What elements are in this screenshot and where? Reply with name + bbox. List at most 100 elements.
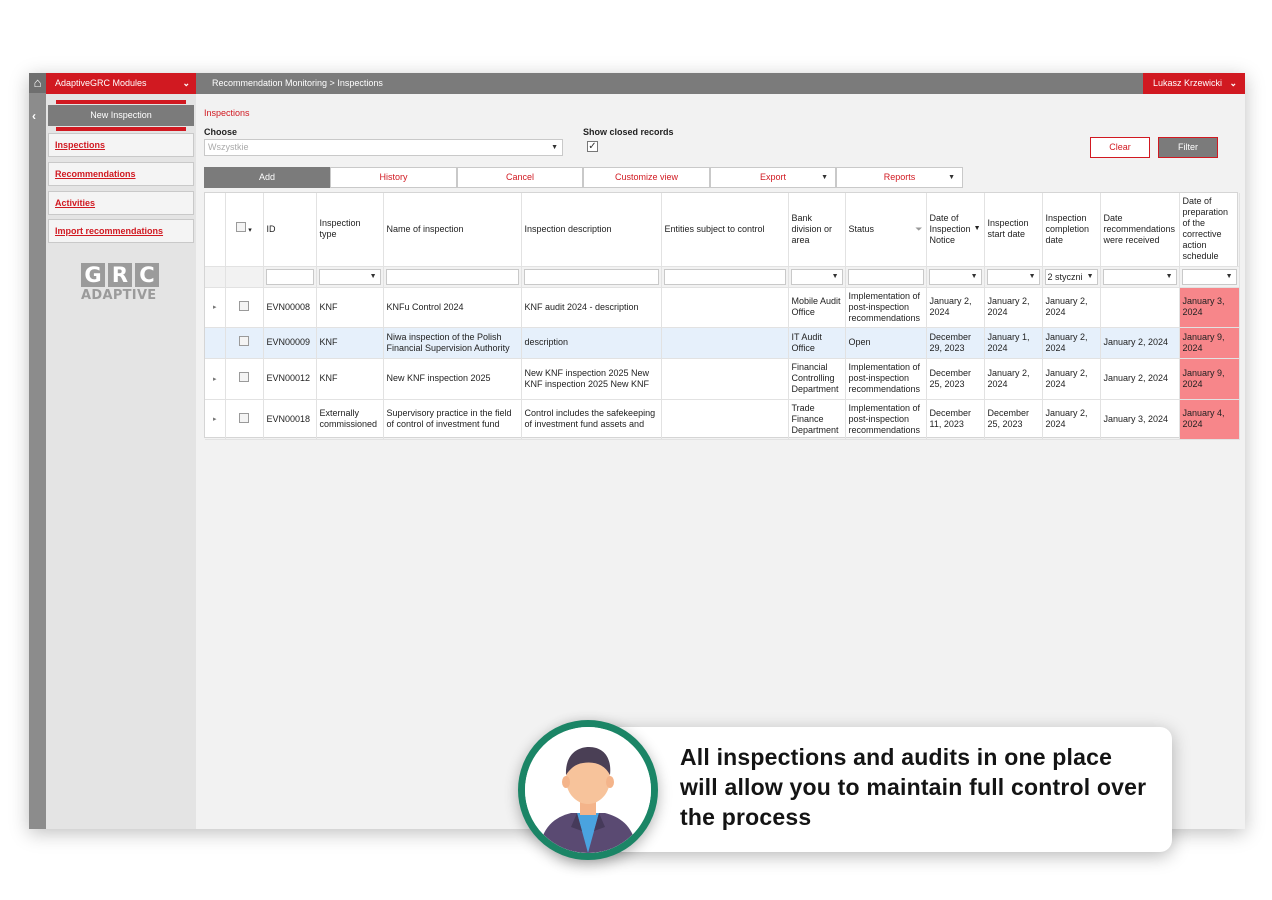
column-header-name[interactable]: Name of inspection: [383, 193, 522, 267]
table-row[interactable]: ▸ EVN00018 Externally commissioned Super…: [205, 399, 1240, 440]
select-all-header[interactable]: ▾: [225, 193, 264, 267]
notice-date-filter-select[interactable]: ▼: [928, 268, 982, 285]
row-checkbox[interactable]: [239, 300, 249, 311]
row-checkbox[interactable]: [239, 372, 249, 382]
description-filter-input[interactable]: [523, 268, 659, 285]
export-button[interactable]: Export ▼: [710, 167, 836, 188]
filter-button[interactable]: Filter: [1158, 137, 1218, 158]
cell-status: Implementation of post-inspection recomm…: [845, 287, 927, 328]
cell-description: KNF audit 2024 - description: [521, 287, 662, 328]
expand-row-icon[interactable]: ▸: [213, 376, 217, 383]
expand-row-icon[interactable]: ▸: [213, 304, 217, 311]
callout-text: All inspections and audits in one place …: [680, 744, 1147, 830]
table-row[interactable]: ▸ EVN00012 KNF New KNF inspection 2025 N…: [205, 358, 1240, 400]
column-header-completion-date[interactable]: Inspection completion date: [1042, 193, 1101, 267]
schedule-date-filter-select[interactable]: ▼: [1181, 268, 1237, 285]
expand-column-header: [205, 193, 226, 267]
name-filter-input[interactable]: [385, 268, 519, 285]
column-header-status[interactable]: Status ⏷: [845, 193, 927, 267]
row-select-cell[interactable]: [225, 399, 264, 440]
cancel-button[interactable]: Cancel: [457, 167, 583, 188]
row-select-cell[interactable]: [225, 287, 264, 328]
column-header-start-date[interactable]: Inspection start date: [984, 193, 1043, 267]
cell-status: Implementation of post-inspection recomm…: [845, 358, 927, 400]
cell-notice-date: December 25, 2023: [926, 358, 985, 400]
type-filter-select[interactable]: ▼: [318, 268, 381, 285]
history-button[interactable]: History: [330, 167, 457, 188]
sidebar-item-inspections[interactable]: Inspections: [48, 133, 194, 157]
status-filter-input[interactable]: [847, 268, 924, 285]
entities-filter-input[interactable]: [663, 268, 786, 285]
new-inspection-button[interactable]: New Inspection: [48, 105, 194, 126]
row-checkbox[interactable]: [239, 412, 249, 423]
sidebar-item-import-recommendations[interactable]: Import recommendations: [48, 219, 194, 243]
reports-button[interactable]: Reports ▼: [836, 167, 963, 188]
section-title: Inspections: [204, 108, 250, 118]
sidebar-item-activities[interactable]: Activities: [48, 191, 194, 215]
dropdown-arrow-icon: ▼: [369, 272, 377, 280]
select-all-checkbox[interactable]: [236, 222, 247, 233]
filter-cell: [521, 266, 662, 288]
modules-dropdown[interactable]: AdaptiveGRC Modules ⌄: [46, 73, 196, 94]
cell-received-date: January 2, 2024: [1100, 358, 1180, 400]
main-content: Inspections Choose Wszystkie ▼ Show clos…: [196, 94, 1245, 829]
table-row[interactable]: EVN00009 KNF Niwa inspection of the Poli…: [205, 327, 1240, 359]
accent-bar: [56, 100, 186, 104]
completion-filter-value: 2 styczni: [1047, 271, 1083, 282]
column-header-bank-division[interactable]: Bank division or area: [788, 193, 846, 267]
cell-type: KNF: [316, 327, 384, 359]
customize-view-button[interactable]: Customize view: [583, 167, 710, 188]
cell-received-date: January 2, 2024: [1100, 327, 1180, 359]
person-avatar-icon: [518, 720, 658, 860]
start-date-filter-select[interactable]: ▼: [986, 268, 1040, 285]
filter-funnel-icon[interactable]: ⏷: [915, 224, 922, 235]
expand-cell[interactable]: ▸: [205, 399, 226, 440]
cell-bank-division: Mobile Audit Office: [788, 287, 846, 328]
table-row[interactable]: ▸ EVN00008 KNF KNFu Control 2024 KNF aud…: [205, 287, 1240, 328]
cell-completion-date: January 2, 2024: [1042, 327, 1101, 359]
filter-cell: 2 styczni ▼: [1042, 266, 1101, 288]
dropdown-arrow-icon: ▼: [1165, 272, 1173, 280]
cell-entities: [661, 399, 789, 440]
expand-cell[interactable]: ▸: [205, 287, 226, 328]
cell-type: Externally commissioned: [316, 399, 384, 440]
column-header-description[interactable]: Inspection description: [521, 193, 662, 267]
cell-description: description: [521, 327, 662, 359]
cell-completion-date: January 2, 2024: [1042, 287, 1101, 328]
column-header-entities[interactable]: Entities subject to control: [661, 193, 789, 267]
row-select-cell[interactable]: [225, 327, 264, 359]
column-header-id[interactable]: ID: [263, 193, 317, 267]
grc-adaptive-logo: G R C ADAPTIVE: [81, 263, 161, 303]
left-rail: ⌂ ‹: [29, 73, 46, 829]
collapse-sidebar-icon[interactable]: ‹: [32, 109, 36, 123]
column-header-received-date[interactable]: Date recommendations were received: [1100, 193, 1180, 267]
expand-row-icon[interactable]: ▸: [213, 416, 217, 423]
completion-date-filter-select[interactable]: 2 styczni ▼: [1044, 268, 1098, 285]
filter-cell: ▼: [316, 266, 384, 288]
id-filter-input[interactable]: [265, 268, 314, 285]
cell-id: EVN00018: [263, 399, 317, 440]
row-select-cell[interactable]: [225, 358, 264, 400]
person-illustration: [525, 727, 651, 853]
bank-division-filter-select[interactable]: ▼: [790, 268, 843, 285]
column-header-notice-date[interactable]: Date of Inspection Notice ▼: [926, 193, 985, 267]
cell-schedule-date: January 4, 2024: [1179, 399, 1240, 440]
received-date-filter-select[interactable]: ▼: [1102, 268, 1177, 285]
cell-name: KNFu Control 2024: [383, 287, 522, 328]
user-menu[interactable]: Lukasz Krzewicki ⌄: [1143, 73, 1245, 94]
column-header-schedule-date[interactable]: Date of preparation of the corrective ac…: [1179, 193, 1240, 267]
choose-select[interactable]: Wszystkie ▼: [204, 139, 563, 156]
home-icon[interactable]: ⌂: [29, 73, 46, 93]
column-header-type[interactable]: Inspection type: [316, 193, 384, 267]
add-button[interactable]: Add: [204, 167, 330, 188]
expand-cell[interactable]: ▸: [205, 358, 226, 400]
cell-received-date: January 3, 2024: [1100, 399, 1180, 440]
dropdown-arrow-icon: ▼: [551, 144, 558, 151]
dropdown-arrow-icon: ▼: [970, 272, 978, 280]
filter-cell: [225, 266, 264, 288]
show-closed-checkbox[interactable]: ✓: [587, 141, 598, 152]
sidebar-item-recommendations[interactable]: Recommendations: [48, 162, 194, 186]
row-checkbox[interactable]: [239, 336, 249, 346]
export-label: Export: [759, 172, 786, 182]
clear-button[interactable]: Clear: [1090, 137, 1150, 158]
